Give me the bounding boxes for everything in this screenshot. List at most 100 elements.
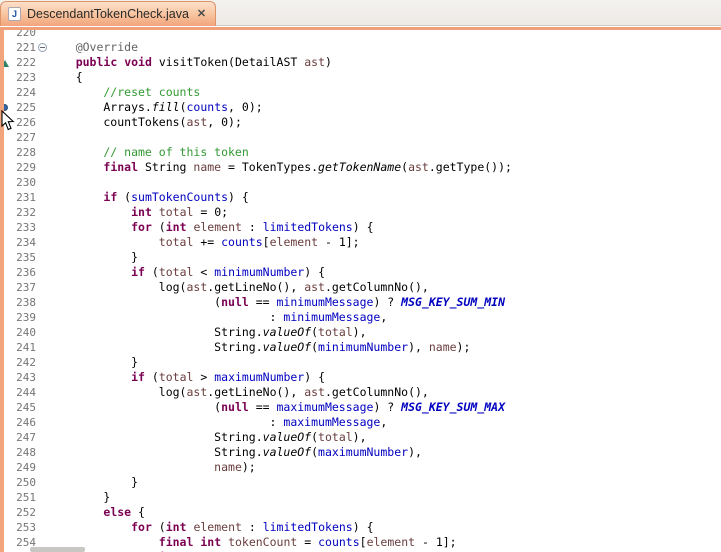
line-number[interactable]: 230: [10, 175, 36, 190]
code-line[interactable]: 237 log(ast.getLineNo(), ast.getColumnNo…: [4, 280, 721, 295]
line-number[interactable]: 221: [10, 40, 36, 55]
line-number[interactable]: 239: [10, 310, 36, 325]
code-text[interactable]: for (int element : limitedTokens) {: [48, 220, 374, 235]
code-text[interactable]: }: [48, 250, 138, 265]
line-number[interactable]: 243: [10, 370, 36, 385]
code-text[interactable]: //reset counts: [48, 85, 200, 100]
code-line[interactable]: 222 public void visitToken(DetailAST ast…: [4, 55, 721, 70]
code-text[interactable]: final String name = TokenTypes.getTokenN…: [48, 160, 512, 175]
code-line[interactable]: 234 total += counts[element - 1];: [4, 235, 721, 250]
code-line[interactable]: 223 {: [4, 70, 721, 85]
code-line[interactable]: 248 String.valueOf(maximumNumber),: [4, 445, 721, 460]
code-editor-area[interactable]: 220221 @Override222 public void visitTok…: [4, 30, 721, 552]
line-number[interactable]: 236: [10, 265, 36, 280]
code-line[interactable]: 246 : maximumMessage,: [4, 415, 721, 430]
line-number[interactable]: 240: [10, 325, 36, 340]
line-number[interactable]: 228: [10, 145, 36, 160]
line-number[interactable]: 223: [10, 70, 36, 85]
code-line[interactable]: 224 //reset counts: [4, 85, 721, 100]
code-text[interactable]: if (total < minimumNumber) {: [48, 265, 325, 280]
code-line[interactable]: 240 String.valueOf(total),: [4, 325, 721, 340]
line-number[interactable]: 224: [10, 85, 36, 100]
code-text[interactable]: String.valueOf(total),: [48, 430, 367, 445]
code-line[interactable]: 220: [4, 30, 721, 40]
code-text[interactable]: : minimumMessage,: [48, 310, 387, 325]
code-text[interactable]: total += counts[element - 1];: [48, 235, 360, 250]
code-text[interactable]: }: [48, 490, 110, 505]
code-line[interactable]: 252 else {: [4, 505, 721, 520]
line-number[interactable]: 220: [10, 30, 36, 40]
tab-close-icon[interactable]: ✕: [197, 9, 206, 20]
code-line[interactable]: 254 final int tokenCount = counts[elemen…: [4, 535, 721, 550]
code-text[interactable]: : maximumMessage,: [48, 415, 387, 430]
code-text[interactable]: String.valueOf(minimumNumber), name);: [48, 340, 470, 355]
line-number[interactable]: 253: [10, 520, 36, 535]
code-line[interactable]: 231 if (sumTokenCounts) {: [4, 190, 721, 205]
code-text[interactable]: Arrays.fill(counts, 0);: [48, 100, 263, 115]
line-number[interactable]: 252: [10, 505, 36, 520]
code-text[interactable]: final int tokenCount = counts[element - …: [48, 535, 457, 550]
line-number[interactable]: 248: [10, 445, 36, 460]
code-text[interactable]: if (sumTokenCounts) {: [48, 190, 249, 205]
code-text[interactable]: // name of this token: [48, 145, 249, 160]
line-number[interactable]: 235: [10, 250, 36, 265]
code-text[interactable]: countTokens(ast, 0);: [48, 115, 242, 130]
line-number[interactable]: 231: [10, 190, 36, 205]
line-number[interactable]: 246: [10, 415, 36, 430]
code-line[interactable]: 241 String.valueOf(minimumNumber), name)…: [4, 340, 721, 355]
code-text[interactable]: name);: [48, 460, 256, 475]
line-number[interactable]: 241: [10, 340, 36, 355]
line-number[interactable]: 234: [10, 235, 36, 250]
code-text[interactable]: (null == minimumMessage) ? MSG_KEY_SUM_M…: [48, 295, 505, 310]
code-line[interactable]: 226 countTokens(ast, 0);: [4, 115, 721, 130]
code-text[interactable]: (null == maximumMessage) ? MSG_KEY_SUM_M…: [48, 400, 505, 415]
line-number[interactable]: 237: [10, 280, 36, 295]
code-line[interactable]: 244 log(ast.getLineNo(), ast.getColumnNo…: [4, 385, 721, 400]
line-number[interactable]: 242: [10, 355, 36, 370]
code-text[interactable]: @Override: [48, 40, 138, 55]
code-line[interactable]: 232 int total = 0;: [4, 205, 721, 220]
code-text[interactable]: log(ast.getLineNo(), ast.getColumnNo(),: [48, 385, 429, 400]
line-number[interactable]: 250: [10, 475, 36, 490]
code-line[interactable]: 236 if (total < minimumNumber) {: [4, 265, 721, 280]
code-line[interactable]: 250 }: [4, 475, 721, 490]
line-number[interactable]: 247: [10, 430, 36, 445]
fold-collapse-icon[interactable]: [38, 43, 47, 52]
horizontal-scrollbar-thumb[interactable]: [30, 547, 85, 552]
line-number[interactable]: 238: [10, 295, 36, 310]
code-line[interactable]: 245 (null == maximumMessage) ? MSG_KEY_S…: [4, 400, 721, 415]
code-text[interactable]: }: [48, 355, 138, 370]
code-text[interactable]: int total = 0;: [48, 205, 228, 220]
code-text[interactable]: String.valueOf(total),: [48, 325, 367, 340]
code-text[interactable]: {: [48, 70, 83, 85]
code-line[interactable]: 251 }: [4, 490, 721, 505]
code-text[interactable]: public void visitToken(DetailAST ast): [48, 55, 332, 70]
code-line[interactable]: 221 @Override: [4, 40, 721, 55]
line-number[interactable]: 232: [10, 205, 36, 220]
code-line[interactable]: 233 for (int element : limitedTokens) {: [4, 220, 721, 235]
code-line[interactable]: 230: [4, 175, 721, 190]
line-number[interactable]: 245: [10, 400, 36, 415]
line-number[interactable]: 249: [10, 460, 36, 475]
line-number[interactable]: 222: [10, 55, 36, 70]
code-line[interactable]: 249 name);: [4, 460, 721, 475]
code-line[interactable]: 243 if (total > maximumNumber) {: [4, 370, 721, 385]
code-line[interactable]: 242 }: [4, 355, 721, 370]
code-line[interactable]: 239 : minimumMessage,: [4, 310, 721, 325]
tab-descendanttokencheck[interactable]: J DescendantTokenCheck.java ✕: [0, 1, 216, 26]
line-number[interactable]: 227: [10, 130, 36, 145]
line-number[interactable]: 229: [10, 160, 36, 175]
code-line[interactable]: 238 (null == minimumMessage) ? MSG_KEY_S…: [4, 295, 721, 310]
code-text[interactable]: if (total > maximumNumber) {: [48, 370, 325, 385]
code-line[interactable]: 229 final String name = TokenTypes.getTo…: [4, 160, 721, 175]
code-line[interactable]: 253 for (int element : limitedTokens) {: [4, 520, 721, 535]
code-text[interactable]: }: [48, 475, 138, 490]
line-number[interactable]: 244: [10, 385, 36, 400]
line-number[interactable]: 233: [10, 220, 36, 235]
code-text[interactable]: for (int element : limitedTokens) {: [48, 520, 374, 535]
code-text[interactable]: else {: [48, 505, 145, 520]
code-line[interactable]: 225 Arrays.fill(counts, 0);: [4, 100, 721, 115]
code-line[interactable]: 235 }: [4, 250, 721, 265]
code-line[interactable]: 247 String.valueOf(total),: [4, 430, 721, 445]
line-number[interactable]: 251: [10, 490, 36, 505]
